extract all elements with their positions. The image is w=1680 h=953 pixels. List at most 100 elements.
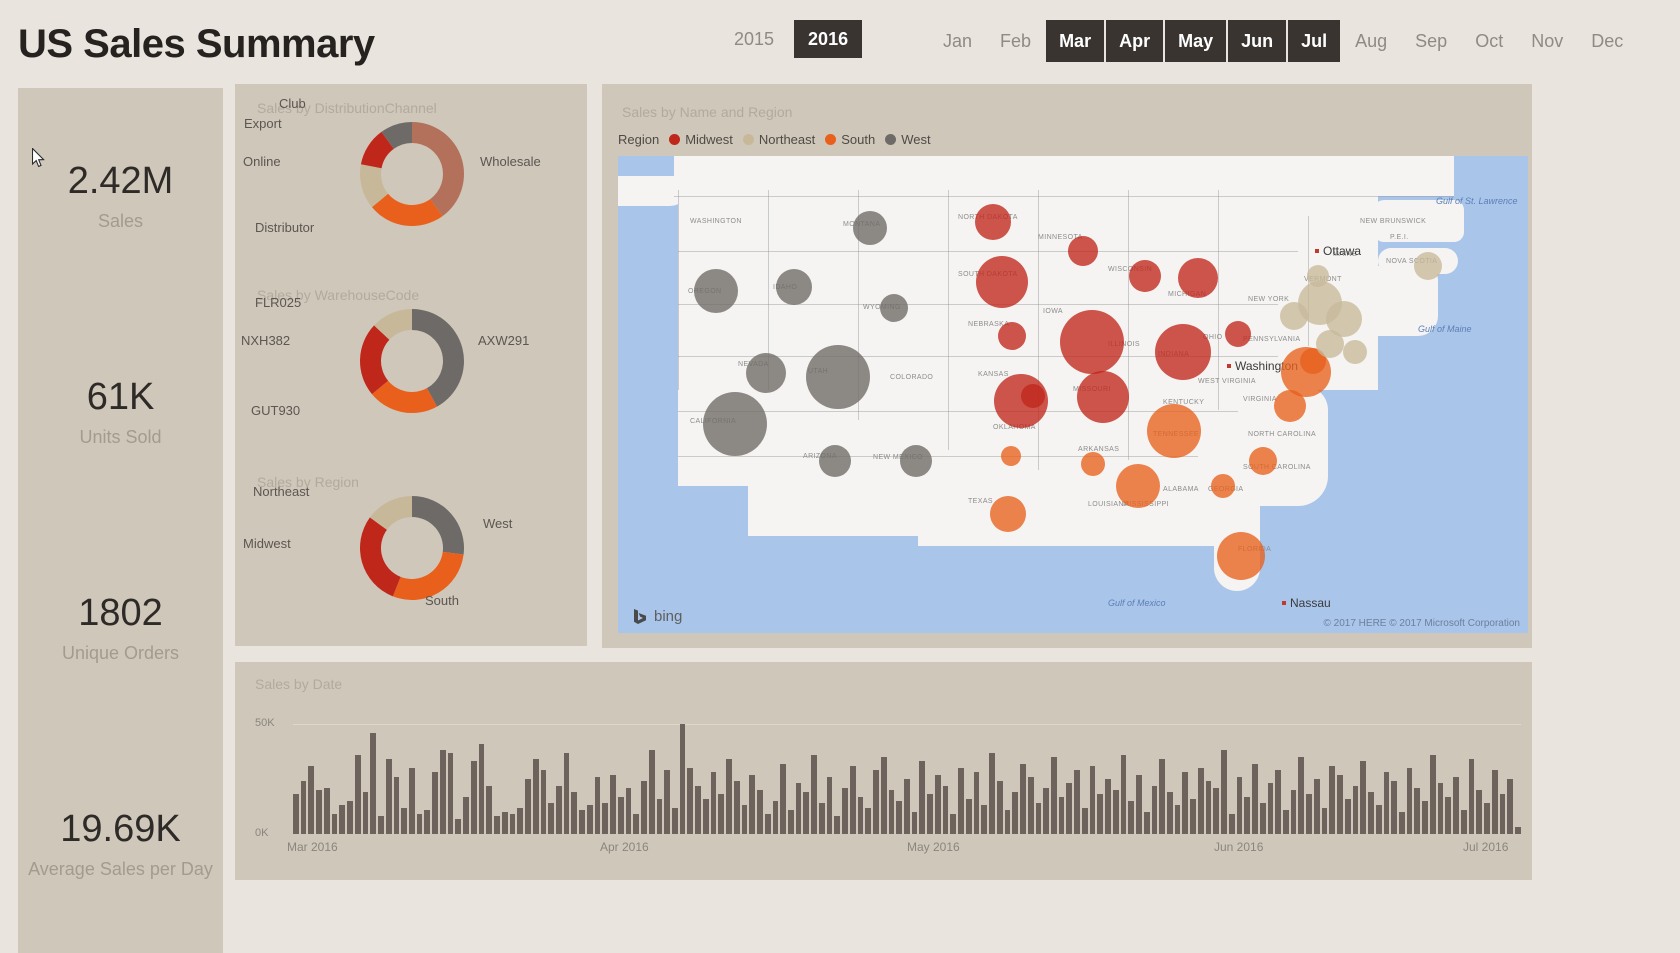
bar[interactable] [818, 803, 825, 834]
bar[interactable] [1166, 792, 1173, 834]
bar[interactable] [865, 807, 872, 834]
bar[interactable] [385, 759, 392, 834]
bar[interactable] [733, 781, 740, 834]
bar[interactable] [1050, 757, 1057, 834]
bar[interactable] [1414, 787, 1421, 834]
bar[interactable] [1252, 763, 1258, 834]
month-chip-apr[interactable]: Apr [1106, 20, 1164, 62]
bar[interactable] [834, 816, 841, 834]
bar[interactable] [1244, 796, 1251, 834]
kpi-card-units-sold[interactable]: 61K Units Sold [18, 304, 223, 520]
bar[interactable] [1283, 809, 1289, 834]
map-bubble-midwest[interactable] [1068, 236, 1098, 266]
bar[interactable] [1491, 770, 1498, 834]
bar[interactable] [757, 790, 763, 834]
map-bubble-south[interactable] [1116, 464, 1160, 508]
bar[interactable] [896, 801, 903, 834]
bar[interactable] [811, 754, 817, 834]
bar[interactable] [981, 805, 988, 834]
bar[interactable] [1352, 785, 1359, 834]
map-bubble-midwest[interactable] [975, 204, 1011, 240]
bar[interactable] [1368, 792, 1374, 834]
bar[interactable] [702, 798, 709, 834]
map-bubble-midwest[interactable] [1129, 260, 1161, 292]
bar[interactable] [687, 768, 694, 834]
donut-ring[interactable] [358, 307, 466, 415]
bar[interactable] [1213, 787, 1220, 834]
map-bubble-west[interactable] [776, 269, 812, 305]
bar[interactable] [1391, 781, 1398, 834]
bar[interactable] [509, 814, 516, 834]
bar[interactable] [308, 765, 315, 834]
bar[interactable] [1182, 772, 1189, 834]
bar[interactable] [1445, 796, 1452, 834]
bar-chart-plot[interactable] [293, 724, 1521, 834]
bar[interactable] [409, 768, 415, 834]
bar[interactable] [478, 743, 485, 834]
bar[interactable] [354, 754, 361, 834]
month-chip-nov[interactable]: Nov [1518, 20, 1576, 62]
bar[interactable] [1484, 803, 1490, 834]
bar[interactable] [1081, 807, 1088, 834]
month-slicer[interactable]: Jan Feb Mar Apr May Jun Jul Aug Sep Oct Nov Dec [930, 20, 1636, 62]
map-bubble-west[interactable] [900, 445, 932, 477]
bar[interactable] [726, 759, 732, 834]
bar[interactable] [965, 798, 972, 834]
bar[interactable] [1429, 754, 1436, 834]
bar[interactable] [548, 803, 554, 834]
bar[interactable] [671, 807, 678, 834]
bar[interactable] [648, 750, 655, 834]
bar[interactable] [1499, 794, 1506, 834]
bar[interactable] [594, 776, 601, 834]
bar[interactable] [780, 763, 786, 834]
map-bubble-west[interactable] [819, 445, 851, 477]
bar[interactable] [1112, 790, 1119, 834]
bar[interactable] [904, 779, 910, 834]
map-bubble-midwest[interactable] [976, 256, 1028, 308]
bar[interactable] [470, 761, 477, 834]
month-chip-jan[interactable]: Jan [930, 20, 985, 62]
bar[interactable] [1453, 776, 1459, 834]
bar[interactable] [1058, 796, 1065, 834]
bar[interactable] [1515, 827, 1521, 834]
bar[interactable] [455, 818, 462, 834]
bar[interactable] [795, 783, 802, 834]
bar[interactable] [1375, 805, 1382, 834]
bar[interactable] [1128, 801, 1135, 834]
bar[interactable] [1066, 783, 1073, 834]
donut-slice-midwest[interactable] [360, 517, 401, 597]
bar[interactable] [300, 781, 307, 834]
bar[interactable] [486, 785, 493, 834]
bar[interactable] [641, 781, 647, 834]
bar[interactable] [1437, 783, 1444, 834]
bar[interactable] [1406, 768, 1413, 834]
bar[interactable] [1151, 785, 1158, 834]
bar[interactable] [494, 816, 500, 834]
map-legend[interactable]: Region Midwest Northeast South West [618, 132, 931, 147]
bar[interactable] [339, 805, 346, 834]
bar[interactable] [439, 750, 446, 834]
bar[interactable] [873, 770, 879, 834]
bar[interactable] [1190, 798, 1196, 834]
month-chip-jul[interactable]: Jul [1288, 20, 1341, 62]
bar[interactable] [432, 772, 438, 834]
bar[interactable] [919, 761, 926, 834]
legend-item-south[interactable]: South [825, 132, 875, 147]
bar[interactable] [1460, 809, 1467, 834]
bar[interactable] [1120, 754, 1127, 834]
bar[interactable] [973, 772, 980, 834]
bar[interactable] [1321, 807, 1328, 834]
map-bubble-northeast[interactable] [1414, 252, 1442, 280]
bar[interactable] [741, 805, 748, 834]
map-bubble-west[interactable] [853, 211, 887, 245]
bar[interactable] [1136, 774, 1142, 834]
bar[interactable] [1422, 801, 1428, 834]
month-chip-aug[interactable]: Aug [1342, 20, 1400, 62]
bar[interactable] [695, 785, 701, 834]
bar[interactable] [1105, 779, 1111, 834]
bar[interactable] [1228, 814, 1235, 834]
bar[interactable] [1043, 787, 1049, 834]
map-bubble-midwest[interactable] [998, 322, 1026, 350]
bar[interactable] [1267, 783, 1274, 834]
bar[interactable] [586, 805, 593, 834]
